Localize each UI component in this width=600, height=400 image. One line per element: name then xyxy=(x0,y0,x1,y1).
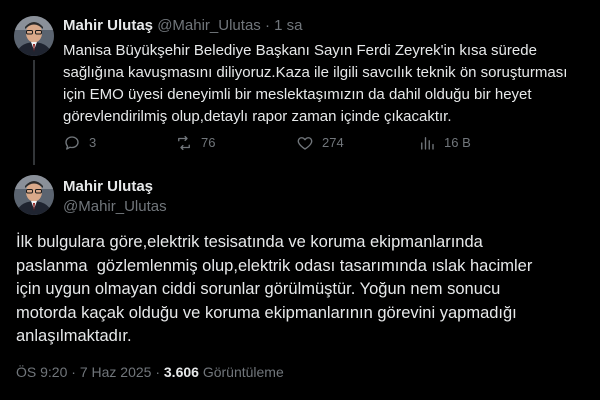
reply-count: 3 xyxy=(89,135,97,150)
meta-separator: · xyxy=(155,364,160,380)
tweet-time[interactable]: ÖS 9:20 xyxy=(16,364,67,380)
tweet-text: Manisa Büyükşehir Belediye Başkanı Sayın… xyxy=(63,40,568,128)
tweet-text-line: sağlığına kavuşmasını diliyoruz.Kaza ile… xyxy=(63,64,568,81)
tweet-text-line: için uygun olmayan ciddi sorunlar görülm… xyxy=(16,280,501,298)
tweet-header: Mahir Ulutaş @Mahir_Ulutas · 1 sa xyxy=(63,16,302,36)
repost-icon xyxy=(178,135,190,151)
views-count: 16 B xyxy=(444,135,471,150)
action-bar: 3 76 274 16 B xyxy=(63,133,543,153)
views-label: Görüntüleme xyxy=(202,364,284,380)
tweet-text-line: için EMO üyesi deneyimli bir meslektaşım… xyxy=(63,86,532,103)
tweet-text-line: anlaşılmaktadır. xyxy=(16,327,132,345)
avatar-photo xyxy=(14,16,54,56)
header-separator: · xyxy=(264,17,270,34)
repost-count: 76 xyxy=(201,135,216,150)
views-icon xyxy=(421,137,434,150)
repost-button[interactable]: 76 xyxy=(175,133,215,153)
author-name[interactable]: Mahir Ulutaş xyxy=(63,177,153,197)
like-button[interactable]: 274 xyxy=(296,133,344,153)
avatar[interactable] xyxy=(14,175,54,215)
tweet-date[interactable]: 7 Haz 2025 xyxy=(80,364,152,380)
heart-icon xyxy=(297,137,313,150)
tweet-text-line: Manisa Büyükşehir Belediye Başkanı Sayın… xyxy=(63,42,537,59)
tweet-main: Mahir Ulutaş @Mahir_Ulutas İlk bulgulara… xyxy=(0,165,600,400)
avatar-photo xyxy=(14,175,54,215)
views-button[interactable]: 16 B xyxy=(418,133,471,153)
author-handle[interactable]: @Mahir_Ulutas xyxy=(63,197,167,217)
tweet-text: İlk bulgulara göre,elektrik tesisatında … xyxy=(16,231,586,349)
avatar[interactable] xyxy=(14,16,54,56)
views-count: 3.606 xyxy=(163,364,199,380)
thread-connector-line xyxy=(33,60,35,165)
author-name[interactable]: Mahir Ulutaş xyxy=(63,17,153,34)
like-count: 274 xyxy=(322,135,344,150)
tweet-time[interactable]: 1 sa xyxy=(274,17,302,34)
meta-separator: · xyxy=(71,364,76,380)
tweet-text-line: görevlendirilmiş olup,detaylı rapor zama… xyxy=(63,108,452,125)
tweet-text-line: paslanma gözlemlenmiş olup,elektrik odas… xyxy=(16,256,533,275)
reply-button[interactable]: 3 xyxy=(63,133,96,153)
author-handle[interactable]: @Mahir_Ulutas xyxy=(157,17,261,34)
tweet-meta: ÖS 9:20 · 7 Haz 2025 · 3.606 Görüntüleme xyxy=(16,362,284,382)
tweet-parent[interactable]: Mahir Ulutaş @Mahir_Ulutas · 1 sa Manisa… xyxy=(0,0,600,165)
tweet-text-line: motorda kaçak olduğu ve koruma ekipmanla… xyxy=(16,303,517,322)
reply-icon xyxy=(65,136,79,150)
tweet-text-line: İlk bulgulara göre,elektrik tesisatında … xyxy=(16,233,483,251)
